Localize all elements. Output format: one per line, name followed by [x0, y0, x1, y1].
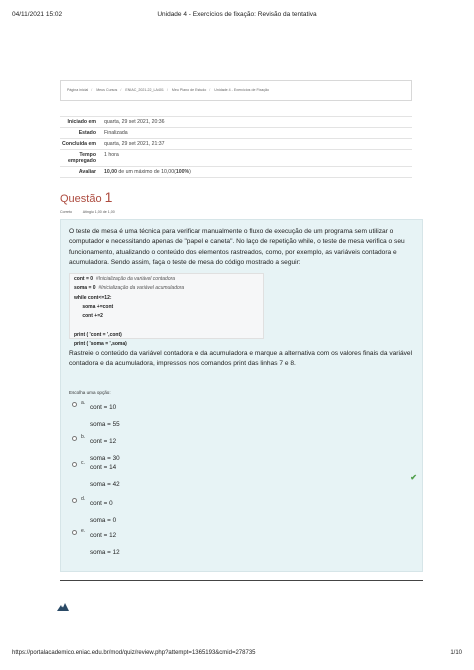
- radio-button[interactable]: [72, 436, 77, 441]
- question-meta: Correto Atingiu 1,00 de 1,00: [60, 210, 125, 214]
- radio-button[interactable]: [72, 402, 77, 407]
- option-d[interactable]: d. cont = 0 soma = 0: [67, 496, 419, 529]
- attempt-summary: Iniciado em quarta, 29 set 2021, 20:36 E…: [60, 116, 412, 178]
- question-text: O teste de mesa é uma técnica para verif…: [69, 228, 405, 267]
- summary-row-state: Estado Finalizada: [60, 127, 412, 138]
- summary-value: quarta, 29 set 2021, 20:36: [104, 119, 165, 125]
- option-a[interactable]: a. cont = 10 soma = 55: [67, 400, 419, 433]
- code-line: print ( 'soma = ',soma): [74, 341, 127, 348]
- radio-button[interactable]: [72, 530, 77, 535]
- option-line1: cont = 10: [90, 404, 117, 411]
- summary-key: Iniciado em: [67, 119, 96, 125]
- breadcrumb: Página inicial / Meus Cursos / ENIAC_2021-…: [60, 80, 412, 101]
- code-line: soma +=cont: [74, 303, 114, 310]
- option-line2: soma = 42: [90, 481, 120, 488]
- option-letter: a.: [81, 400, 86, 406]
- print-title: Unidade 4 - Exercícios de fixação: Revis…: [157, 11, 317, 18]
- summary-key: Estado: [78, 130, 96, 136]
- code-line: print ( 'cont = ',cont): [74, 331, 122, 338]
- option-line2: soma = 0: [90, 517, 117, 524]
- radio-button[interactable]: [72, 498, 77, 503]
- print-url: https://portalacademico.eniac.edu.br/mod…: [12, 650, 256, 656]
- code-line: cont +=2: [74, 313, 103, 320]
- breadcrumb-my-courses[interactable]: Meus Cursos: [96, 88, 117, 92]
- choose-label: Escolha uma opção:: [69, 390, 111, 395]
- summary-row-completed: Concluída em quarta, 29 set 2021, 21:37: [60, 138, 412, 149]
- option-c[interactable]: c. cont = 14 soma = 42 ✔: [67, 460, 419, 493]
- print-footer: https://portalacademico.eniac.edu.br/mod…: [12, 650, 462, 660]
- option-line1: cont = 0: [90, 500, 113, 507]
- option-e[interactable]: e. cont = 12 soma = 12: [67, 528, 419, 561]
- option-line2: soma = 12: [90, 549, 120, 556]
- grade-score: 10,00: [104, 169, 117, 175]
- breadcrumb-home[interactable]: Página inicial: [67, 88, 88, 92]
- question-instruction: Rastreie o conteúdo da variável contador…: [69, 350, 413, 368]
- option-line1: cont = 14: [90, 464, 117, 471]
- summary-key: Tempo empregado: [68, 152, 96, 164]
- code-line: while cont<=12:: [74, 294, 112, 301]
- page-number: 1/10: [450, 650, 462, 656]
- option-letter: e.: [81, 528, 86, 534]
- code-block: cont = 0 #Inicialização da variável cont…: [69, 273, 264, 347]
- question-number: 1: [104, 189, 113, 205]
- question-label: Questão: [60, 193, 102, 205]
- question-status: Correto: [60, 210, 72, 214]
- summary-value: quarta, 29 set 2021, 21:37: [104, 141, 165, 147]
- option-line1: cont = 12: [90, 438, 117, 445]
- mountain-logo-icon: [57, 603, 69, 611]
- grade-percent: 100%: [175, 169, 190, 175]
- summary-row-time: Tempo empregado 1 hora: [60, 149, 412, 166]
- option-line2: soma = 55: [90, 421, 120, 428]
- grade-end: ): [189, 169, 191, 175]
- summary-row-grade: Avaliar 10,00 de um máximo de 10,00(100%…: [60, 166, 412, 178]
- summary-key: Concluída em: [61, 141, 96, 147]
- option-letter: d.: [81, 496, 86, 502]
- question-grade: Atingiu 1,00 de 1,00: [82, 210, 115, 214]
- option-letter: c.: [81, 460, 85, 466]
- question-box: O teste de mesa é uma técnica para verif…: [60, 219, 423, 572]
- question-title: Questão 1: [60, 189, 112, 205]
- breadcrumb-course[interactable]: ENIAC_2021-22_LA401: [125, 88, 164, 92]
- breadcrumb-study-plan[interactable]: Meu Plano de Estudo: [172, 88, 206, 92]
- code-line: cont = 0 #Inicialização da variável cont…: [74, 276, 176, 282]
- radio-button[interactable]: [72, 462, 77, 467]
- summary-value: 1 hora: [104, 152, 119, 158]
- code-line: soma = 0 #Inicialização da variável acum…: [74, 285, 185, 292]
- summary-value: Finalizada: [104, 130, 128, 136]
- breadcrumb-unit[interactable]: Unidade 4 - Exercícios de Fixação: [214, 88, 269, 92]
- option-letter: b.: [81, 434, 86, 440]
- print-header: 04/11/2021 15:02 Unidade 4 - Exercícios …: [12, 11, 462, 21]
- summary-key: Avaliar: [78, 169, 96, 175]
- summary-row-started: Iniciado em quarta, 29 set 2021, 20:36: [60, 116, 412, 127]
- check-icon: ✔: [410, 473, 417, 482]
- grade-rest: de um máximo de 10,00(: [116, 169, 176, 175]
- summary-value: 10,00 de um máximo de 10,00(100%): [100, 167, 412, 177]
- option-line1: cont = 12: [90, 532, 117, 539]
- section-divider: [60, 580, 423, 581]
